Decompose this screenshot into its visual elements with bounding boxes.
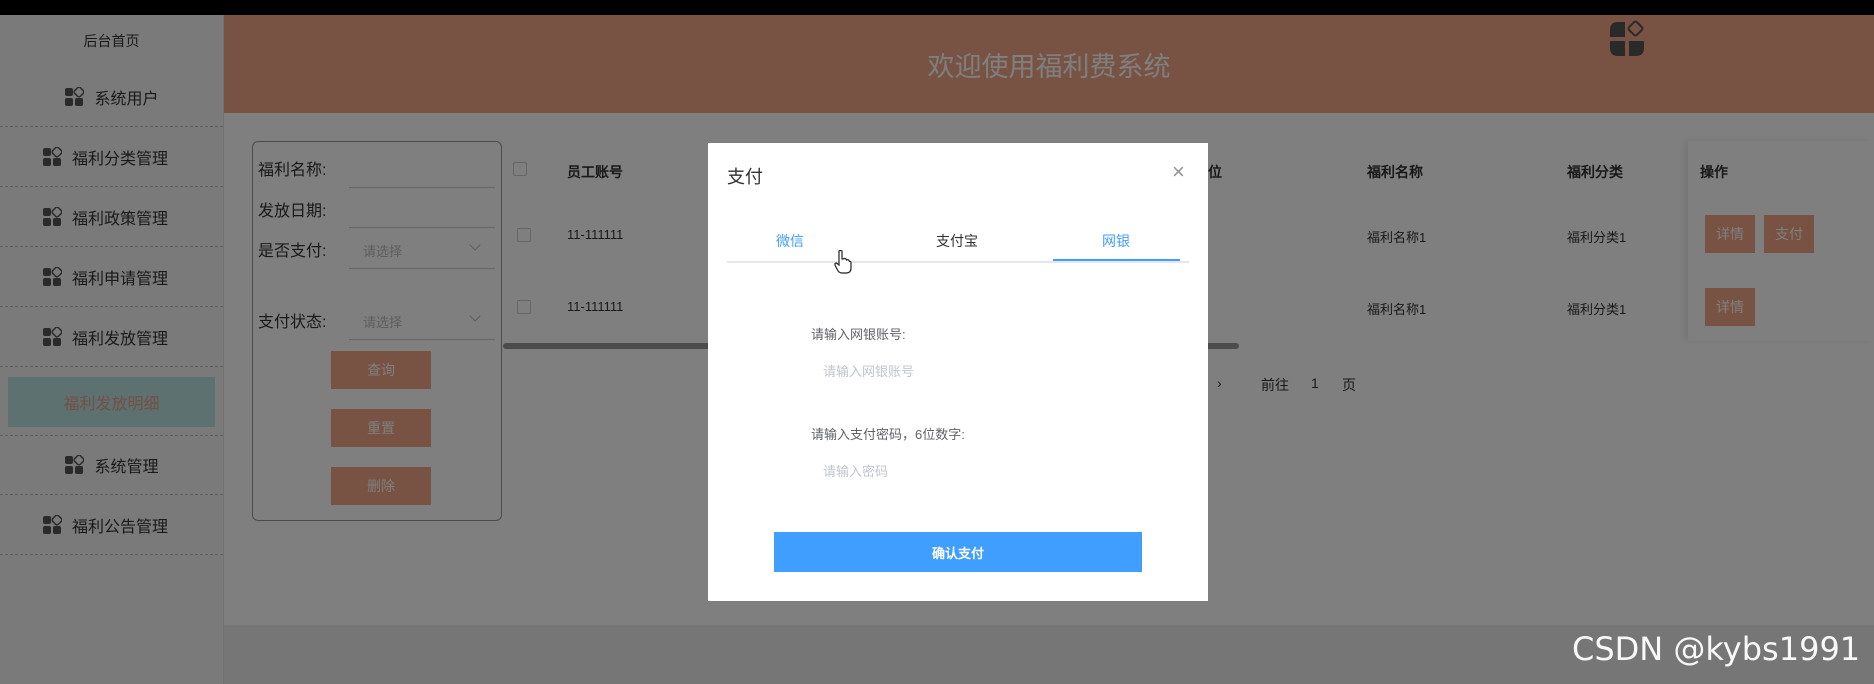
watermark: CSDN @kybs1991 <box>1572 630 1861 668</box>
bank-account-label: 请输入网银账号: <box>811 327 906 342</box>
top-black-bar <box>0 0 1874 15</box>
password-label: 请输入支付密码，6位数字: <box>811 427 965 442</box>
tab-alipay[interactable]: 支付宝 <box>894 231 1020 251</box>
password-input[interactable] <box>811 455 1071 487</box>
hand-cursor-icon <box>834 250 852 274</box>
payment-tabs: 微信 支付宝 网银 <box>727 231 1189 263</box>
active-tab-indicator <box>1053 259 1180 261</box>
tab-bank[interactable]: 网银 <box>1053 231 1179 251</box>
bank-account-input[interactable] <box>811 355 1071 387</box>
close-icon[interactable]: × <box>1172 161 1185 183</box>
payment-dialog: 支付 × 微信 支付宝 网银 请输入网银账号: 请输入支付密码，6位数字: 确认… <box>708 143 1208 601</box>
dialog-title: 支付 <box>727 167 763 187</box>
confirm-pay-button[interactable]: 确认支付 <box>774 532 1142 572</box>
tab-wechat[interactable]: 微信 <box>727 231 853 251</box>
